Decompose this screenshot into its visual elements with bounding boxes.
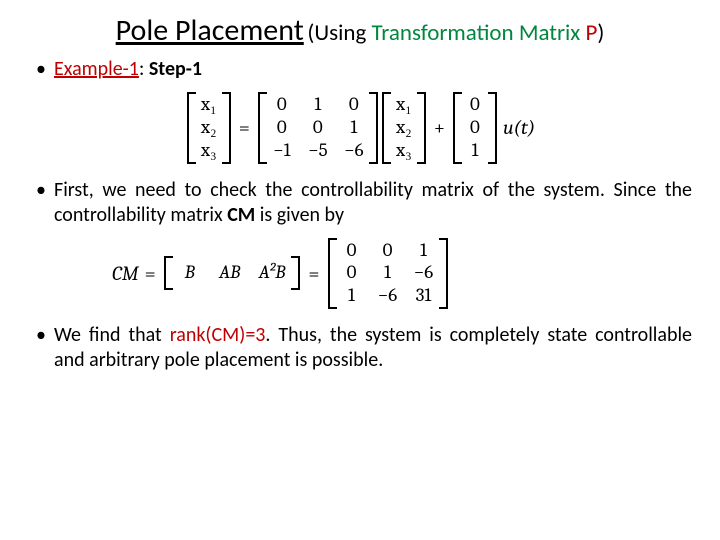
A22: −6: [343, 140, 365, 162]
x3b: x₃: [395, 140, 413, 162]
A11: 0: [307, 117, 329, 139]
cm-bold: CM: [227, 203, 255, 227]
cm-col-AB: AB: [219, 262, 241, 284]
title-sub-suffix: ): [597, 19, 604, 47]
cm-equation: CM = B AB A²B = 001 01−6 1−631: [112, 238, 692, 310]
plus: +: [434, 116, 445, 139]
equals-2a: =: [145, 262, 156, 285]
M11: 1: [377, 262, 399, 284]
step-label: Step-1: [149, 57, 202, 81]
A02: 0: [343, 94, 365, 116]
equals-1: =: [239, 116, 250, 139]
title-main: Pole Placement: [116, 12, 304, 49]
A21: −5: [307, 140, 329, 162]
x1: x₁: [200, 94, 218, 116]
cm-numeric: 001 01−6 1−631: [328, 238, 448, 310]
cm-col-B: B: [179, 262, 201, 284]
B-vector: 0 0 1: [453, 92, 497, 164]
example-label: Example-1: [54, 57, 139, 81]
M00: 0: [341, 240, 363, 262]
cm-lhs: CM: [112, 262, 139, 285]
M12: −6: [413, 262, 435, 284]
state-equation: x₁ x₂ x₃ = 010 001 −1−5−6: [28, 92, 692, 164]
ctrl-text-a: First, we need to check the controllabil…: [54, 178, 692, 227]
x2b: x₂: [395, 117, 413, 139]
x-vector-rhs: x₁ x₂ x₃: [382, 92, 426, 164]
bullet-rank-text: We find that rank(CM)=3. Thus, the syste…: [32, 323, 692, 373]
slide-title: Pole Placement (Using Transformation Mat…: [28, 12, 692, 49]
B1: 0: [466, 117, 484, 139]
M02: 1: [413, 240, 435, 262]
B0: 0: [466, 94, 484, 116]
title-sub: (Using Transformation Matrix P): [307, 19, 604, 47]
A-matrix: 010 001 −1−5−6: [258, 92, 378, 164]
u-of-t: u(t): [503, 116, 535, 139]
M21: −6: [377, 285, 399, 307]
M22: 31: [413, 285, 435, 307]
x-vector-lhs: x₁ x₂ x₃: [187, 92, 231, 164]
rank-value: rank(CM)=3: [170, 323, 266, 347]
equals-2b: =: [308, 262, 319, 285]
A00: 0: [271, 94, 293, 116]
title-sub-green: Transformation Matrix: [372, 19, 581, 47]
A10: 0: [271, 117, 293, 139]
x2: x₂: [200, 117, 218, 139]
title-sub-prefix: (Using: [307, 19, 371, 47]
B2: 1: [466, 140, 484, 162]
ctrl-text-b: is given by: [255, 203, 344, 227]
A12: 1: [343, 117, 365, 139]
M01: 0: [377, 240, 399, 262]
colon: :: [139, 57, 149, 81]
bullet-controllability-text: First, we need to check the controllabil…: [32, 178, 692, 228]
rank-text-a: We find that: [54, 323, 170, 347]
M10: 0: [341, 262, 363, 284]
A01: 1: [307, 94, 329, 116]
x1b: x₁: [395, 94, 413, 116]
title-sub-red: P: [585, 19, 597, 47]
cm-col-A2B: A²B: [259, 262, 286, 284]
cm-symbolic: B AB A²B: [164, 256, 301, 290]
bullet-example-step: Example-1: Step-1: [32, 57, 692, 82]
x3: x₃: [200, 140, 218, 162]
A20: −1: [271, 140, 293, 162]
M20: 1: [341, 285, 363, 307]
